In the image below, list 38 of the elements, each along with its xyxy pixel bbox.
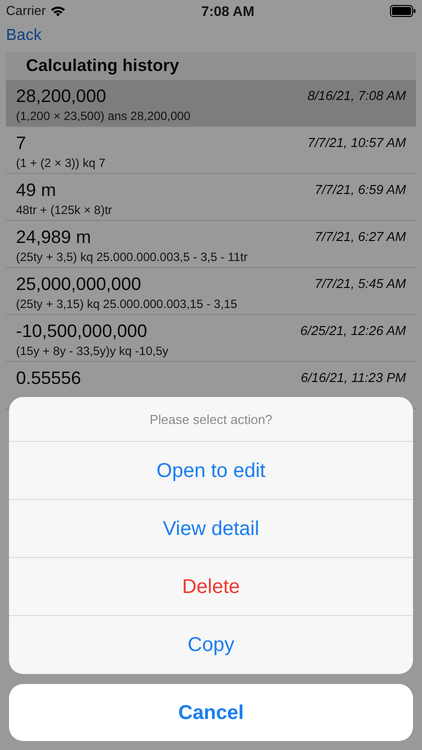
date-label: 7/7/21, 5:45 AM [314, 275, 406, 294]
section-header: Calculating history [6, 52, 416, 80]
sheet-title: Please select action? [9, 397, 413, 442]
history-row[interactable]: 49 m 7/7/21, 6:59 AM 48tr + (125k × 8)tr [6, 174, 416, 221]
date-label: 7/7/21, 6:59 AM [314, 181, 406, 200]
expression-text: (1 + (2 × 3)) kq 7 [16, 155, 106, 172]
battery-icon [390, 5, 416, 17]
history-row[interactable]: 7 7/7/21, 10:57 AM (1 + (2 × 3)) kq 7 [6, 127, 416, 174]
result-value: 49 m [16, 179, 56, 201]
history-row[interactable]: 25,000,000,000 7/7/21, 5:45 AM (25ty + 3,15) kq 25.000.000.003,15 - 3,15 [6, 268, 416, 315]
expression-text: (25ty + 3,15) kq 25.000.000.003,15 - 3,15 [16, 296, 238, 313]
wifi-icon [50, 5, 66, 17]
back-link[interactable]: Back [6, 24, 42, 48]
action-button[interactable]: Delete [9, 558, 413, 616]
cancel-button[interactable]: Cancel [9, 684, 413, 741]
result-value: 0.55556 [16, 367, 82, 389]
action-button[interactable]: Copy [9, 616, 413, 674]
date-label: 6/16/21, 11:23 PM [300, 369, 406, 388]
result-value: 25,000,000,000 [16, 273, 142, 295]
result-value: 7 [16, 132, 26, 154]
carrier-label: Carrier [6, 2, 46, 20]
history-row[interactable]: -10,500,000,000 6/25/21, 12:26 AM (15y + 8y - 33,5y)y kq -10,5y [6, 315, 416, 362]
action-button[interactable]: View detail [9, 500, 413, 558]
result-value: -10,500,000,000 [16, 320, 148, 342]
date-label: 7/7/21, 10:57 AM [307, 134, 406, 152]
result-value: 24,989 m [16, 226, 92, 248]
date-label: 8/16/21, 7:08 AM [307, 87, 406, 106]
history-row[interactable]: 28,200,000 8/16/21, 7:08 AM (1,200 × 23,500) ans 28,200,000 [6, 80, 416, 127]
date-label: 7/7/21, 6:27 AM [314, 228, 406, 246]
expression-text: 48tr + (125k × 8)tr [16, 202, 114, 219]
result-value: 28,200,000 [16, 85, 106, 107]
expression-text: (25ty + 3,5) kq 25.000.000.003,5 - 3,5 - 11tr [16, 249, 249, 266]
expression-text: (1,200 × 23,500) ans 28,200,000 [16, 108, 192, 125]
date-label: 6/25/21, 12:26 AM [300, 322, 406, 340]
time-label: 7:08 AM [201, 2, 254, 20]
action-button[interactable]: Open to edit [9, 442, 413, 500]
history-row[interactable]: 24,989 m 7/7/21, 6:27 AM (25ty + 3,5) kq 25.000.000.003,5 - 3,5 - 11tr [6, 221, 416, 268]
expression-text: (15y + 8y - 33,5y)y kq -10,5y [16, 343, 170, 360]
